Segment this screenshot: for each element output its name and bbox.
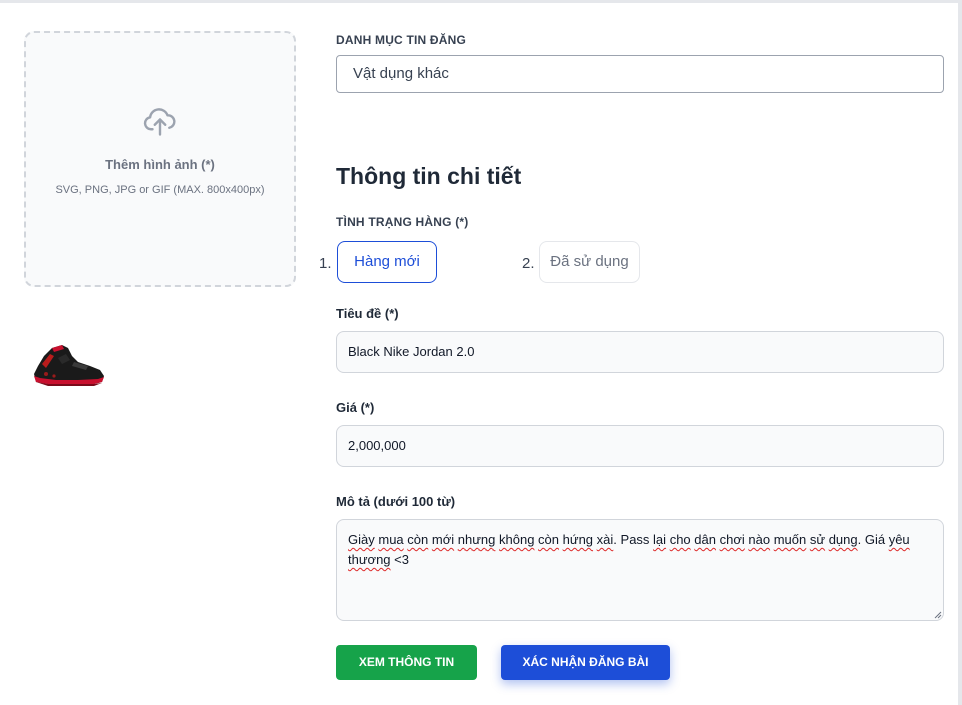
- product-thumbnail[interactable]: [28, 336, 108, 396]
- category-select[interactable]: Vật dụng khác: [336, 55, 944, 93]
- upload-title: Thêm hình ảnh (*): [105, 157, 215, 172]
- view-info-button[interactable]: XEM THÔNG TIN: [336, 645, 477, 680]
- category-label: DANH MỤC TIN ĐĂNG: [336, 33, 467, 47]
- price-field-label: Giá (*): [336, 400, 375, 415]
- details-heading: Thông tin chi tiết: [336, 163, 522, 189]
- title-input[interactable]: Black Nike Jordan 2.0: [336, 331, 944, 373]
- price-input[interactable]: 2,000,000: [336, 425, 944, 467]
- title-field-label: Tiêu đề (*): [336, 306, 399, 321]
- top-divider: [0, 0, 962, 3]
- cloud-upload-icon: [143, 108, 176, 136]
- condition-option-used[interactable]: Đã sử dụng: [539, 241, 640, 283]
- scrollbar-track[interactable]: [958, 0, 962, 705]
- description-text: Giày mua còn mới nhưng không còn hứng xà…: [348, 532, 910, 567]
- condition-label: TÌNH TRẠNG HÀNG (*): [336, 215, 469, 229]
- upload-hint: SVG, PNG, JPG or GIF (MAX. 800x400px): [55, 184, 265, 196]
- confirm-post-button[interactable]: XÁC NHẬN ĐĂNG BÀI: [501, 645, 670, 680]
- description-textarea[interactable]: Giày mua còn mới nhưng không còn hứng xà…: [336, 519, 944, 621]
- condition-option-new[interactable]: Hàng mới: [337, 241, 437, 283]
- image-upload-dropzone[interactable]: Thêm hình ảnh (*) SVG, PNG, JPG or GIF (…: [24, 31, 296, 287]
- description-field-label: Mô tả (dưới 100 từ): [336, 494, 456, 509]
- condition-option-number: 1.: [319, 255, 332, 272]
- resize-handle-icon[interactable]: [932, 609, 942, 619]
- condition-option-number: 2.: [522, 255, 535, 272]
